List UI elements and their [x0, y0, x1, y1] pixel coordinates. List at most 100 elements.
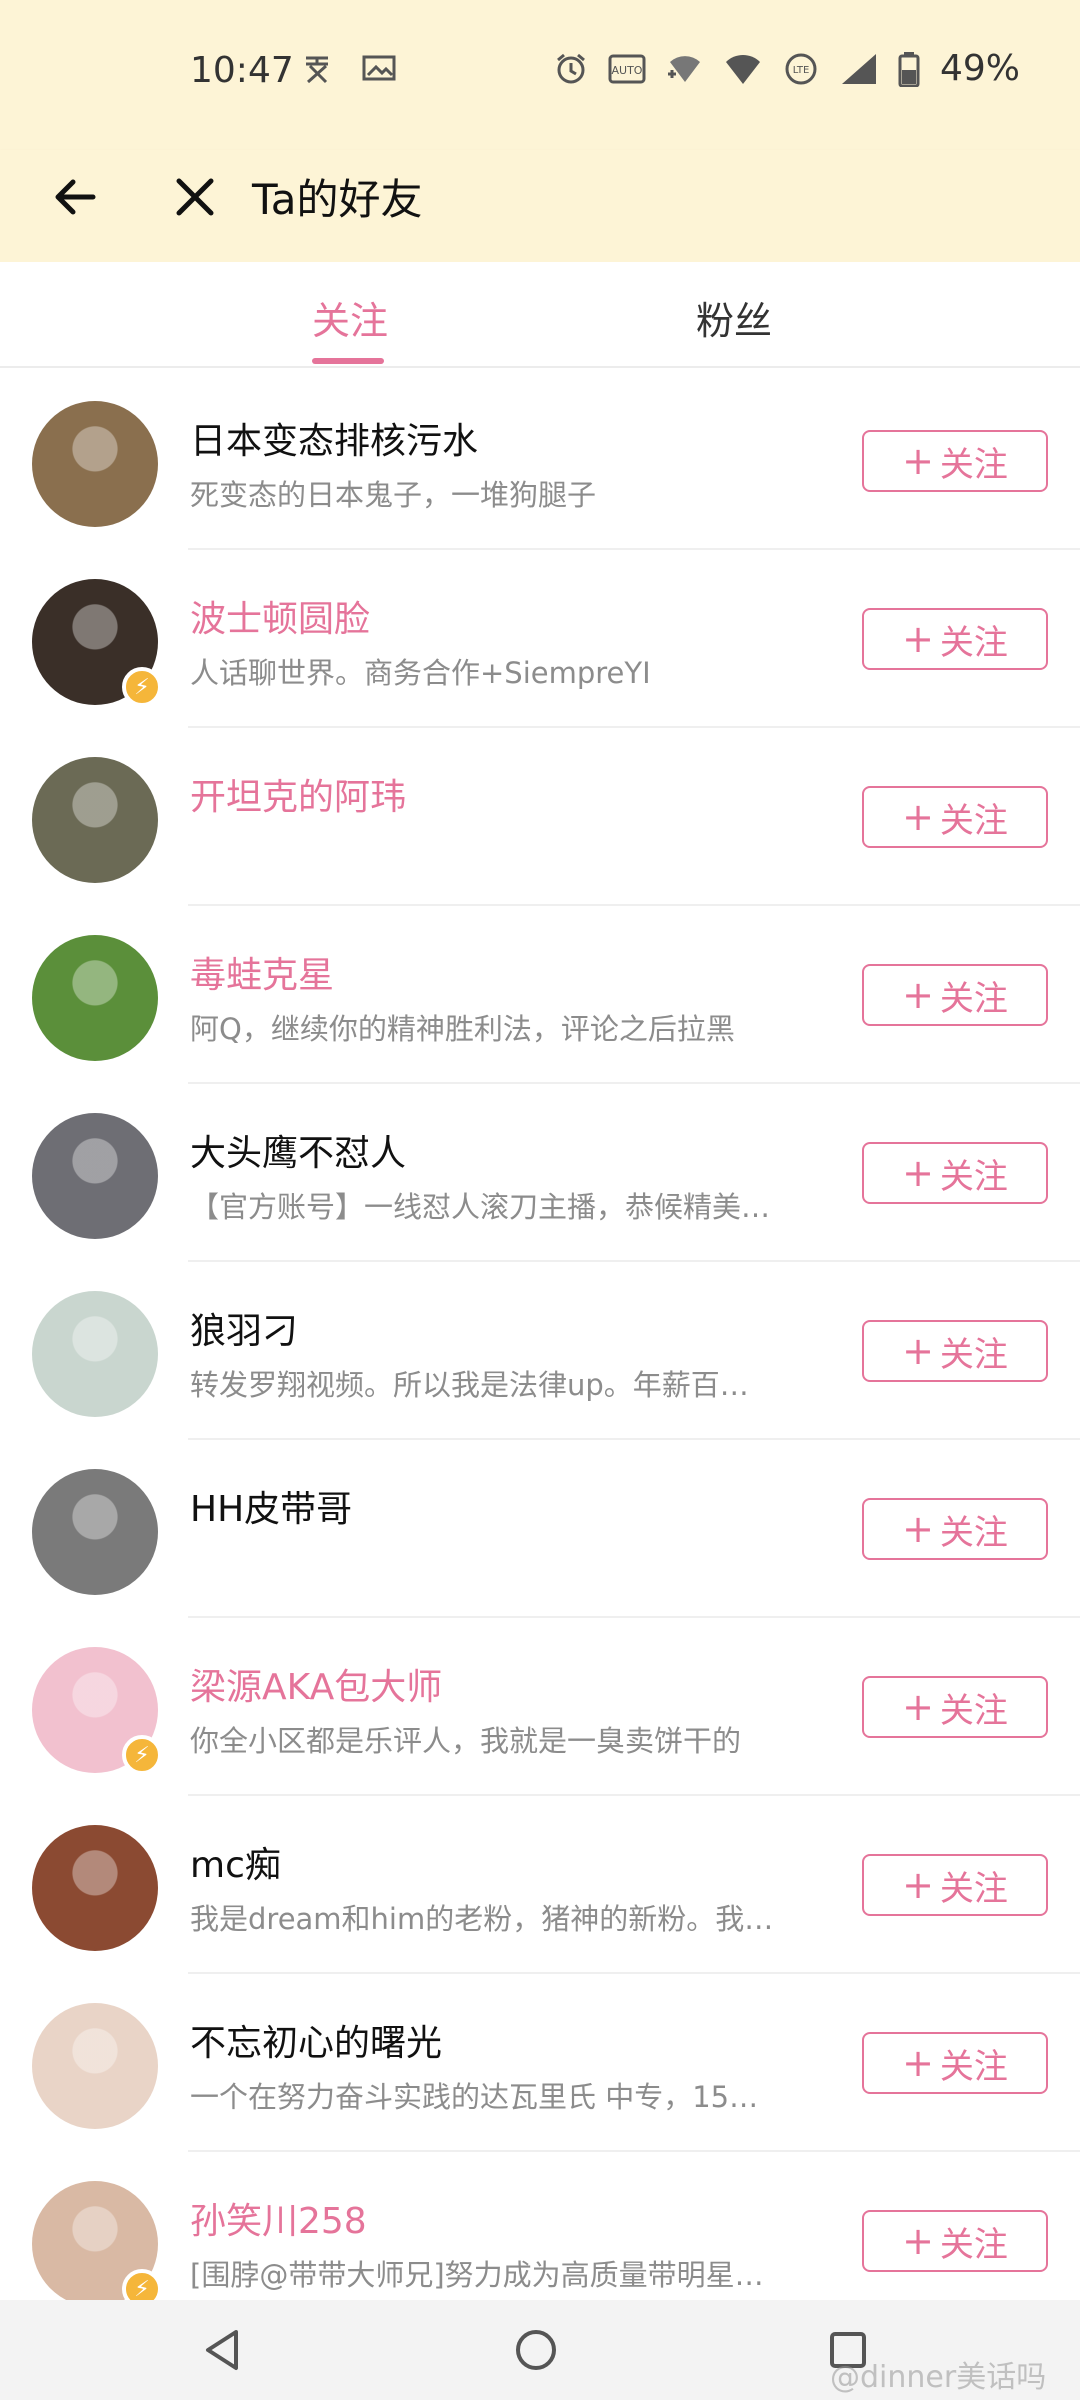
list-item[interactable]: HH皮带哥 + 关注 [0, 1440, 1080, 1618]
battery-icon [898, 51, 920, 87]
list-item[interactable]: 不忘初心的曙光一个在努力奋斗实践的达瓦里氏 中专，15… + 关注 [0, 1974, 1080, 2152]
close-icon [176, 178, 214, 216]
plus-icon: + [902, 2219, 934, 2263]
user-bio: 一个在努力奋斗实践的达瓦里氏 中专，15… [190, 2080, 759, 2114]
user-name[interactable]: mc痴 [190, 1836, 281, 1888]
page-title: Ta的好友 [252, 175, 423, 224]
list-item[interactable]: 开坦克的阿玮 + 关注 [0, 728, 1080, 906]
close-button[interactable] [160, 162, 230, 232]
list-item[interactable]: 日本变态排核污水死变态的日本鬼子，一堆狗腿子 + 关注 [0, 372, 1080, 550]
tab-bar: 关注 粉丝 [0, 262, 1080, 368]
follow-button-label: 关注 [939, 800, 1008, 841]
follow-button-label: 关注 [939, 444, 1008, 485]
avatar[interactable] [32, 1113, 158, 1239]
follow-button[interactable]: + 关注 [862, 608, 1048, 670]
user-bio: [围脖@带带大师兄]努力成为高质量带明星… [190, 2258, 764, 2292]
list-item[interactable]: 大头鹰不怼人 【官方账号】一线怼人滚刀主播，恭候精美… + 关注 [0, 1084, 1080, 1262]
follow-button[interactable]: + 关注 [862, 1676, 1048, 1738]
plus-icon: + [902, 1863, 934, 1907]
user-name[interactable]: 梁源AKA包大师 [190, 1658, 442, 1710]
auto-hz-icon: AUTO [608, 52, 646, 86]
plus-icon: + [902, 1685, 934, 1729]
user-bio: 你全小区都是乐评人，我就是一臭卖饼干的 [190, 1724, 742, 1758]
plus-icon: + [902, 1507, 934, 1551]
signal-icon [840, 52, 878, 86]
avatar[interactable]: ⚡ [32, 2181, 162, 2309]
user-name[interactable]: 波士顿圆脸 [190, 590, 370, 642]
list-item[interactable]: 狼羽刁转发罗翔视频。所以我是法律up。年薪百… + 关注 [0, 1262, 1080, 1440]
user-bio: 转发罗翔视频。所以我是法律up。年薪百… [190, 1368, 749, 1402]
notification-text-icon [300, 52, 340, 84]
nav-back-button[interactable] [196, 2322, 252, 2382]
list-item[interactable]: mc痴我是dream和him的老粉，猪神的新粉。我… + 关注 [0, 1796, 1080, 1974]
user-name[interactable]: HH皮带哥 [190, 1480, 352, 1532]
battery-percent: 49% [939, 48, 1020, 89]
user-bio: 我是dream和him的老粉，猪神的新粉。我… [190, 1902, 774, 1936]
avatar[interactable] [32, 401, 158, 527]
arrow-left-icon [55, 179, 96, 215]
user-name[interactable]: 日本变态排核污水 [190, 412, 478, 464]
avatar-image [32, 401, 158, 527]
follow-button[interactable]: + 关注 [862, 1142, 1048, 1204]
alarm-icon [554, 52, 588, 86]
follow-button-label: 关注 [939, 622, 1008, 663]
avatar[interactable] [32, 935, 158, 1061]
avatar-image [32, 2003, 158, 2129]
follow-button[interactable]: + 关注 [862, 1320, 1048, 1382]
plus-icon: + [902, 1329, 934, 1373]
follow-button[interactable]: + 关注 [862, 786, 1048, 848]
list-item[interactable]: 毒蛙克星阿Q，继续你的精神胜利法，评论之后拉黑 + 关注 [0, 906, 1080, 1084]
avatar[interactable] [32, 1469, 158, 1595]
follow-button[interactable]: + 关注 [862, 1854, 1048, 1916]
follow-button[interactable]: + 关注 [862, 1498, 1048, 1560]
tab-fans[interactable]: 粉丝 [696, 290, 772, 345]
user-list: 日本变态排核污水 死变态的日本鬼子，一堆狗腿子 + 关注 ⚡ 波士顿圆脸 人话聊世界。商务合… [0, 372, 1080, 2330]
gallery-icon [362, 54, 396, 82]
status-time: 10:47 [190, 50, 294, 91]
avatar[interactable] [32, 1291, 158, 1417]
user-bio: 阿Q，继续你的精神胜利法，评论之后拉黑 [190, 1012, 735, 1046]
user-bio: 人话聊世界。商务合作+SiempreYI [190, 656, 651, 690]
follow-button-label: 关注 [939, 978, 1008, 1019]
avatar[interactable]: ⚡ [32, 579, 162, 707]
tab-following[interactable]: 关注 [312, 290, 388, 345]
app-bar: Ta的好友 [0, 150, 1080, 262]
follow-button[interactable]: + 关注 [862, 2032, 1048, 2094]
user-name[interactable]: 不忘初心的曙光 [190, 2014, 442, 2066]
plus-icon: + [902, 973, 934, 1017]
status-bar: 10:47 AUTO LTE 49% [0, 0, 1080, 150]
avatar[interactable] [32, 757, 158, 883]
follow-button-label: 关注 [939, 1690, 1008, 1731]
user-name[interactable]: 开坦克的阿玮 [190, 768, 406, 820]
volte-icon: LTE [782, 52, 820, 86]
plus-icon: + [902, 439, 934, 483]
user-name[interactable]: 孙笑川258 [190, 2192, 367, 2244]
user-name[interactable]: 狼羽刁 [190, 1302, 298, 1354]
wifi-plus-icon [666, 52, 704, 86]
list-item[interactable]: ⚡ 梁源AKA包大师你全小区都是乐评人，我就是一臭卖饼干的 + 关注 [0, 1618, 1080, 1796]
avatar[interactable] [32, 1825, 158, 1951]
wifi-icon [724, 52, 762, 86]
follow-button-label: 关注 [939, 1868, 1008, 1909]
avatar[interactable] [32, 2003, 158, 2129]
status-right-icons: AUTO LTE 49% [554, 48, 1020, 89]
nav-home-button[interactable] [508, 2322, 564, 2382]
follow-button-label: 关注 [939, 1156, 1008, 1197]
user-bio: 死变态的日本鬼子，一堆狗腿子 [190, 478, 597, 512]
avatar-image [32, 1469, 158, 1595]
follow-button[interactable]: + 关注 [862, 2210, 1048, 2272]
follow-button[interactable]: + 关注 [862, 430, 1048, 492]
user-name[interactable]: 大头鹰不怼人 [190, 1124, 406, 1176]
follow-button[interactable]: + 关注 [862, 964, 1048, 1026]
plus-icon: + [902, 2041, 934, 2085]
circle-home-icon [516, 2330, 556, 2370]
plus-icon: + [902, 617, 934, 661]
avatar[interactable]: ⚡ [32, 1647, 162, 1775]
list-item[interactable]: ⚡ 波士顿圆脸人话聊世界。商务合作+SiempreYI + 关注 [0, 550, 1080, 728]
user-name[interactable]: 毒蛙克星 [190, 946, 334, 998]
avatar-image [32, 757, 158, 883]
back-button[interactable] [40, 162, 110, 232]
follow-button-label: 关注 [939, 2224, 1008, 2265]
svg-text:LTE: LTE [793, 65, 810, 76]
plus-icon: + [902, 795, 934, 839]
